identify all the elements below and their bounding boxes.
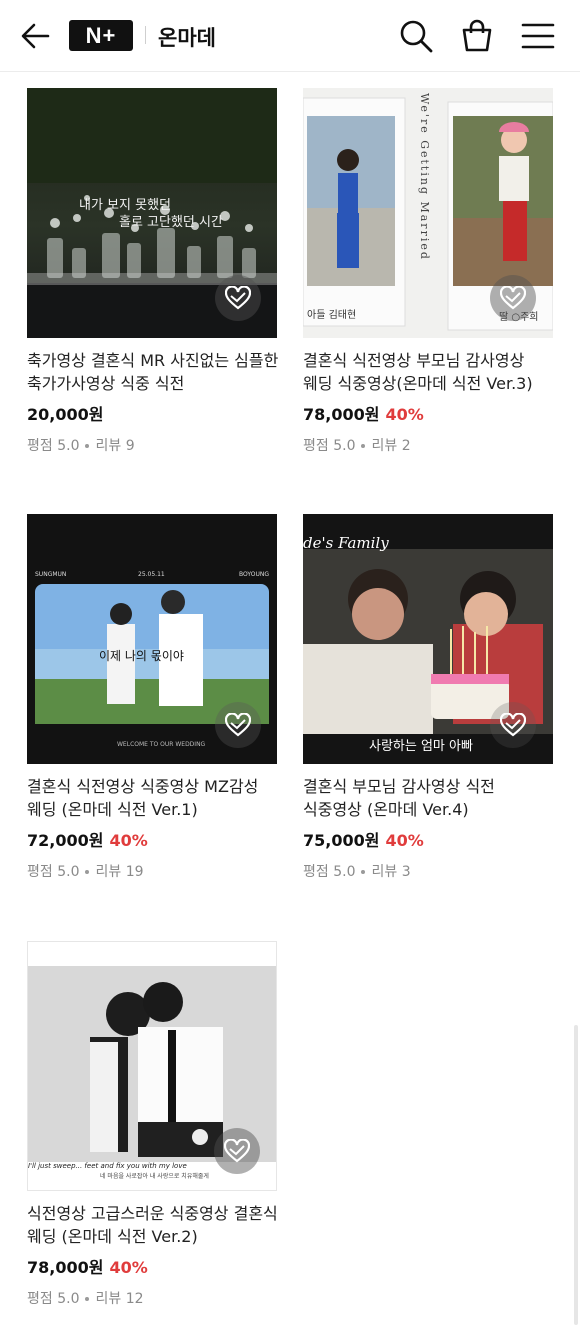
discount-rate: 40% bbox=[385, 405, 424, 424]
product-price: 78,000원 bbox=[303, 405, 380, 424]
separator-dot bbox=[85, 1297, 90, 1301]
rating-review: 평점 5.0 리뷰 2 bbox=[303, 435, 411, 455]
back-arrow-icon[interactable] bbox=[18, 20, 54, 52]
wishlist-heart-icon[interactable] bbox=[215, 275, 261, 321]
search-icon[interactable] bbox=[398, 18, 434, 54]
separator-dot bbox=[361, 870, 366, 874]
brand-name[interactable]: 온마데 bbox=[158, 22, 216, 52]
wishlist-heart-icon[interactable] bbox=[214, 1128, 260, 1174]
product-thumbnail[interactable]: I'll just sweep... feet and fix you with… bbox=[27, 941, 277, 1191]
thumb-caption-left: SUNGMUN bbox=[35, 571, 66, 578]
wishlist-heart-icon[interactable] bbox=[490, 275, 536, 321]
product-title[interactable]: 결혼식 식전영상 부모님 감사영상 웨딩 식중영상(온마데 식전 Ver.3) bbox=[303, 349, 555, 395]
product-title[interactable]: 결혼식 식전영상 식중영상 MZ감성 웨딩 (온마데 식전 Ver.1) bbox=[27, 775, 279, 821]
product-title[interactable]: 결혼식 부모님 감사영상 식전 식중영상 (온마데 Ver.4) bbox=[303, 775, 555, 821]
price-row: 75,000원 40% bbox=[303, 827, 424, 851]
thumb-caption-1: 내가 보지 못했던 bbox=[79, 197, 171, 213]
rating-label: 평점 5.0 bbox=[27, 438, 80, 454]
thumb-caption-vertical: We're Getting Married bbox=[418, 93, 431, 261]
thumb-caption-left: 아들 김태현 bbox=[307, 309, 356, 321]
discount-rate: 40% bbox=[109, 1258, 148, 1277]
thumb-caption-script: 이제 나의 몫이야 bbox=[99, 649, 184, 663]
thumb-caption-2: 홀로 고단했던 시간 bbox=[119, 214, 223, 230]
product-thumbnail[interactable]: SUNGMUN 25.05.11 BOYOUNG 이제 나의 몫이야 WELCO… bbox=[27, 514, 277, 764]
rating-review: 평점 5.0 리뷰 3 bbox=[303, 861, 411, 881]
scrollbar[interactable] bbox=[574, 1025, 578, 1325]
review-count: 리뷰 3 bbox=[371, 864, 411, 880]
price-row: 20,000원 bbox=[27, 401, 103, 425]
thumb-caption-date: 25.05.11 bbox=[138, 571, 165, 578]
rating-review: 평점 5.0 리뷰 19 bbox=[27, 861, 144, 881]
price-row: 78,000원 40% bbox=[303, 401, 424, 425]
product-thumbnail[interactable]: de's Family 사랑하는 엄마 아빠 bbox=[303, 514, 553, 764]
rating-label: 평점 5.0 bbox=[303, 864, 356, 880]
thumb-caption-welcome: WELCOME TO OUR WEDDING bbox=[117, 741, 206, 748]
thumb-caption-parents: 사랑하는 엄마 아빠 bbox=[369, 739, 473, 754]
review-count: 리뷰 19 bbox=[95, 864, 144, 880]
thumb-caption-family: de's Family bbox=[303, 534, 389, 552]
discount-rate: 40% bbox=[385, 831, 424, 850]
thumb-caption-right: BOYOUNG bbox=[239, 571, 269, 578]
rating-label: 평점 5.0 bbox=[303, 438, 356, 454]
separator-dot bbox=[361, 444, 366, 448]
wishlist-heart-icon[interactable] bbox=[215, 702, 261, 748]
discount-rate: 40% bbox=[109, 831, 148, 850]
separator-dot bbox=[85, 870, 90, 874]
rating-review: 평점 5.0 리뷰 12 bbox=[27, 1288, 144, 1308]
rating-label: 평점 5.0 bbox=[27, 1291, 80, 1307]
price-row: 72,000원 40% bbox=[27, 827, 148, 851]
separator-dot bbox=[85, 444, 90, 448]
product-title[interactable]: 식전영상 고급스러운 식중영상 결혼식 웨딩 (온마데 식전 Ver.2) bbox=[27, 1202, 279, 1248]
product-price: 75,000원 bbox=[303, 831, 380, 850]
review-count: 리뷰 9 bbox=[95, 438, 135, 454]
thumb-caption-korean: 네 마음을 사로잡아 내 사랑으로 치유해줄게 bbox=[100, 1172, 209, 1180]
header-divider bbox=[145, 26, 146, 44]
shopping-bag-icon[interactable] bbox=[459, 18, 495, 54]
thumb-caption-english: I'll just sweep... feet and fix you with… bbox=[28, 1162, 187, 1170]
review-count: 리뷰 12 bbox=[95, 1291, 144, 1307]
product-title[interactable]: 축가영상 결혼식 MR 사진없는 심플한 축가가사영상 식중 식전 bbox=[27, 349, 279, 395]
rating-label: 평점 5.0 bbox=[27, 864, 80, 880]
product-price: 78,000원 bbox=[27, 1258, 104, 1277]
naver-plus-logo[interactable]: N+ bbox=[69, 20, 133, 51]
product-price: 72,000원 bbox=[27, 831, 104, 850]
wishlist-heart-icon[interactable] bbox=[490, 702, 536, 748]
menu-icon[interactable] bbox=[520, 18, 556, 54]
product-thumbnail[interactable]: 내가 보지 못했던 홀로 고단했던 시간 bbox=[27, 88, 277, 338]
top-header: N+ 온마데 bbox=[0, 0, 580, 72]
price-row: 78,000원 40% bbox=[27, 1254, 148, 1278]
review-count: 리뷰 2 bbox=[371, 438, 411, 454]
product-thumbnail[interactable]: We're Getting Married 아들 김태현 딸 ○주희 bbox=[303, 88, 553, 338]
product-price: 20,000원 bbox=[27, 405, 104, 424]
rating-review: 평점 5.0 리뷰 9 bbox=[27, 435, 135, 455]
